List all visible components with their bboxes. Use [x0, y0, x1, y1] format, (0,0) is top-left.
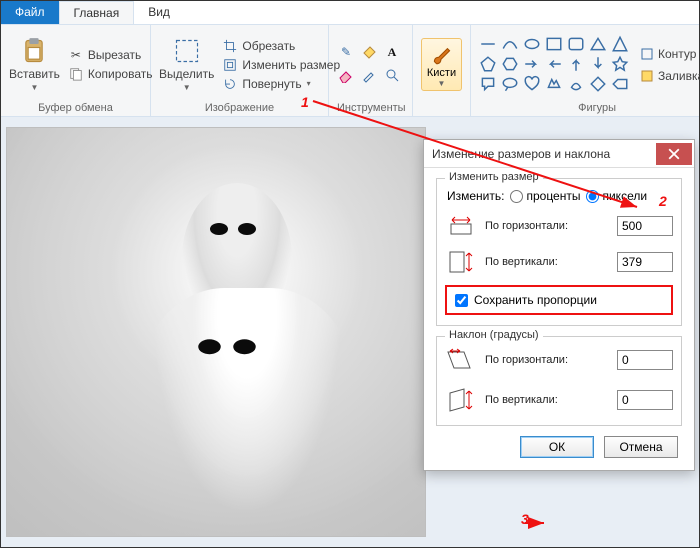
copy-button[interactable]: Копировать	[66, 66, 156, 82]
close-button[interactable]	[656, 143, 692, 165]
group-clipboard: Вставить ▼ ✂ Вырезать Копировать Буфер о…	[1, 25, 151, 116]
ribbon: Вставить ▼ ✂ Вырезать Копировать Буфер о…	[1, 25, 699, 117]
tab-strip: Файл Главная Вид	[1, 1, 699, 25]
horizontal-input[interactable]	[617, 216, 673, 236]
group-tools: ✎ A Инструменты	[329, 25, 413, 116]
skew-v-label: По вертикали:	[485, 394, 609, 406]
tab-file[interactable]: Файл	[1, 1, 59, 24]
dialog-title: Изменение размеров и наклона	[432, 147, 656, 161]
annotation-2: 2	[659, 193, 667, 209]
chevron-down-icon: ▼	[438, 79, 446, 88]
keep-ratio-highlight: Сохранить пропорции	[445, 285, 673, 315]
keep-ratio-checkbox[interactable]	[455, 294, 468, 307]
skew-v-icon	[445, 387, 477, 413]
tab-home[interactable]: Главная	[59, 1, 135, 24]
text-icon[interactable]: A	[383, 43, 401, 61]
group-shapes: Контур▾ Заливка▾ Фигуры	[471, 25, 700, 116]
scissors-icon: ✂	[69, 48, 83, 62]
chevron-down-icon: ▾	[307, 79, 311, 88]
brush-icon	[429, 41, 455, 67]
chevron-down-icon: ▼	[183, 83, 191, 92]
rotate-button[interactable]: Повернуть ▾	[220, 76, 343, 92]
picker-icon[interactable]	[360, 66, 378, 84]
resize-button[interactable]: Изменить размер	[220, 57, 343, 73]
shape-fill-button[interactable]: Заливка▾	[637, 68, 700, 84]
shape-outline-button[interactable]: Контур▾	[637, 46, 700, 62]
copy-icon	[69, 67, 83, 81]
magnifier-icon[interactable]	[383, 66, 401, 84]
outline-label: Контур	[658, 47, 696, 61]
eraser-icon[interactable]	[337, 66, 355, 84]
crop-icon	[223, 39, 237, 53]
brushes-button[interactable]: Кисти ▼	[421, 38, 462, 91]
cut-button[interactable]: ✂ Вырезать	[66, 47, 156, 63]
annotation-3: 3	[521, 511, 529, 527]
resize-groupbox: Изменить размер Изменить: проценты пиксе…	[436, 178, 682, 326]
crop-label: Обрезать	[242, 39, 295, 53]
cut-label: Вырезать	[88, 48, 141, 62]
select-label: Выделить	[159, 67, 214, 81]
by-label: Изменить:	[447, 189, 504, 203]
horizontal-icon	[445, 213, 477, 239]
tab-view[interactable]: Вид	[134, 1, 184, 24]
group-shapes-title: Фигуры	[479, 100, 700, 114]
ok-button[interactable]: ОК	[520, 436, 594, 458]
vertical-icon	[445, 249, 477, 275]
close-icon	[668, 148, 680, 160]
skew-groupbox: Наклон (градусы) По горизонтали: По верт…	[436, 336, 682, 426]
annotation-1: 1	[301, 94, 309, 110]
vertical-label: По вертикали:	[485, 256, 609, 268]
outline-icon	[640, 47, 654, 61]
vertical-input[interactable]	[617, 252, 673, 272]
fill-icon[interactable]	[360, 43, 378, 61]
group-clipboard-title: Буфер обмена	[9, 100, 142, 114]
shapes-gallery[interactable]	[479, 29, 631, 100]
skew-group-title: Наклон (градусы)	[445, 329, 543, 341]
fill-label: Заливка	[658, 69, 700, 83]
resize-dialog: Изменение размеров и наклона Изменить ра…	[423, 139, 695, 471]
group-brushes-title	[421, 100, 462, 114]
group-image-title: Изображение	[159, 100, 320, 114]
rotate-label: Повернуть	[242, 77, 301, 91]
select-icon	[173, 37, 201, 65]
chevron-down-icon: ▼	[30, 83, 38, 92]
skew-h-label: По горизонтали:	[485, 354, 609, 366]
radio-percent[interactable]: проценты	[510, 189, 580, 203]
group-tools-title: Инструменты	[337, 100, 404, 114]
skew-h-icon	[445, 347, 477, 373]
cancel-button[interactable]: Отмена	[604, 436, 678, 458]
copy-label: Копировать	[88, 67, 153, 81]
pencil-icon[interactable]: ✎	[337, 43, 355, 61]
keep-ratio-label: Сохранить пропорции	[474, 293, 597, 307]
select-button[interactable]: Выделить ▼	[159, 29, 214, 100]
paste-button[interactable]: Вставить ▼	[9, 29, 60, 100]
resize-icon	[223, 58, 237, 72]
group-brushes: Кисти ▼	[413, 25, 471, 116]
rotate-icon	[223, 77, 237, 91]
paste-icon	[20, 37, 48, 65]
skew-v-input[interactable]	[617, 390, 673, 410]
dialog-titlebar: Изменение размеров и наклона	[424, 140, 694, 168]
resize-label: Изменить размер	[242, 58, 340, 72]
paste-label: Вставить	[9, 67, 60, 81]
image-content	[6, 127, 426, 537]
brushes-label: Кисти	[427, 67, 456, 79]
fillshape-icon	[640, 69, 654, 83]
horizontal-label: По горизонтали:	[485, 220, 609, 232]
crop-button[interactable]: Обрезать	[220, 38, 343, 54]
resize-group-title: Изменить размер	[445, 171, 543, 183]
radio-pixels[interactable]: пиксели	[586, 189, 647, 203]
skew-h-input[interactable]	[617, 350, 673, 370]
